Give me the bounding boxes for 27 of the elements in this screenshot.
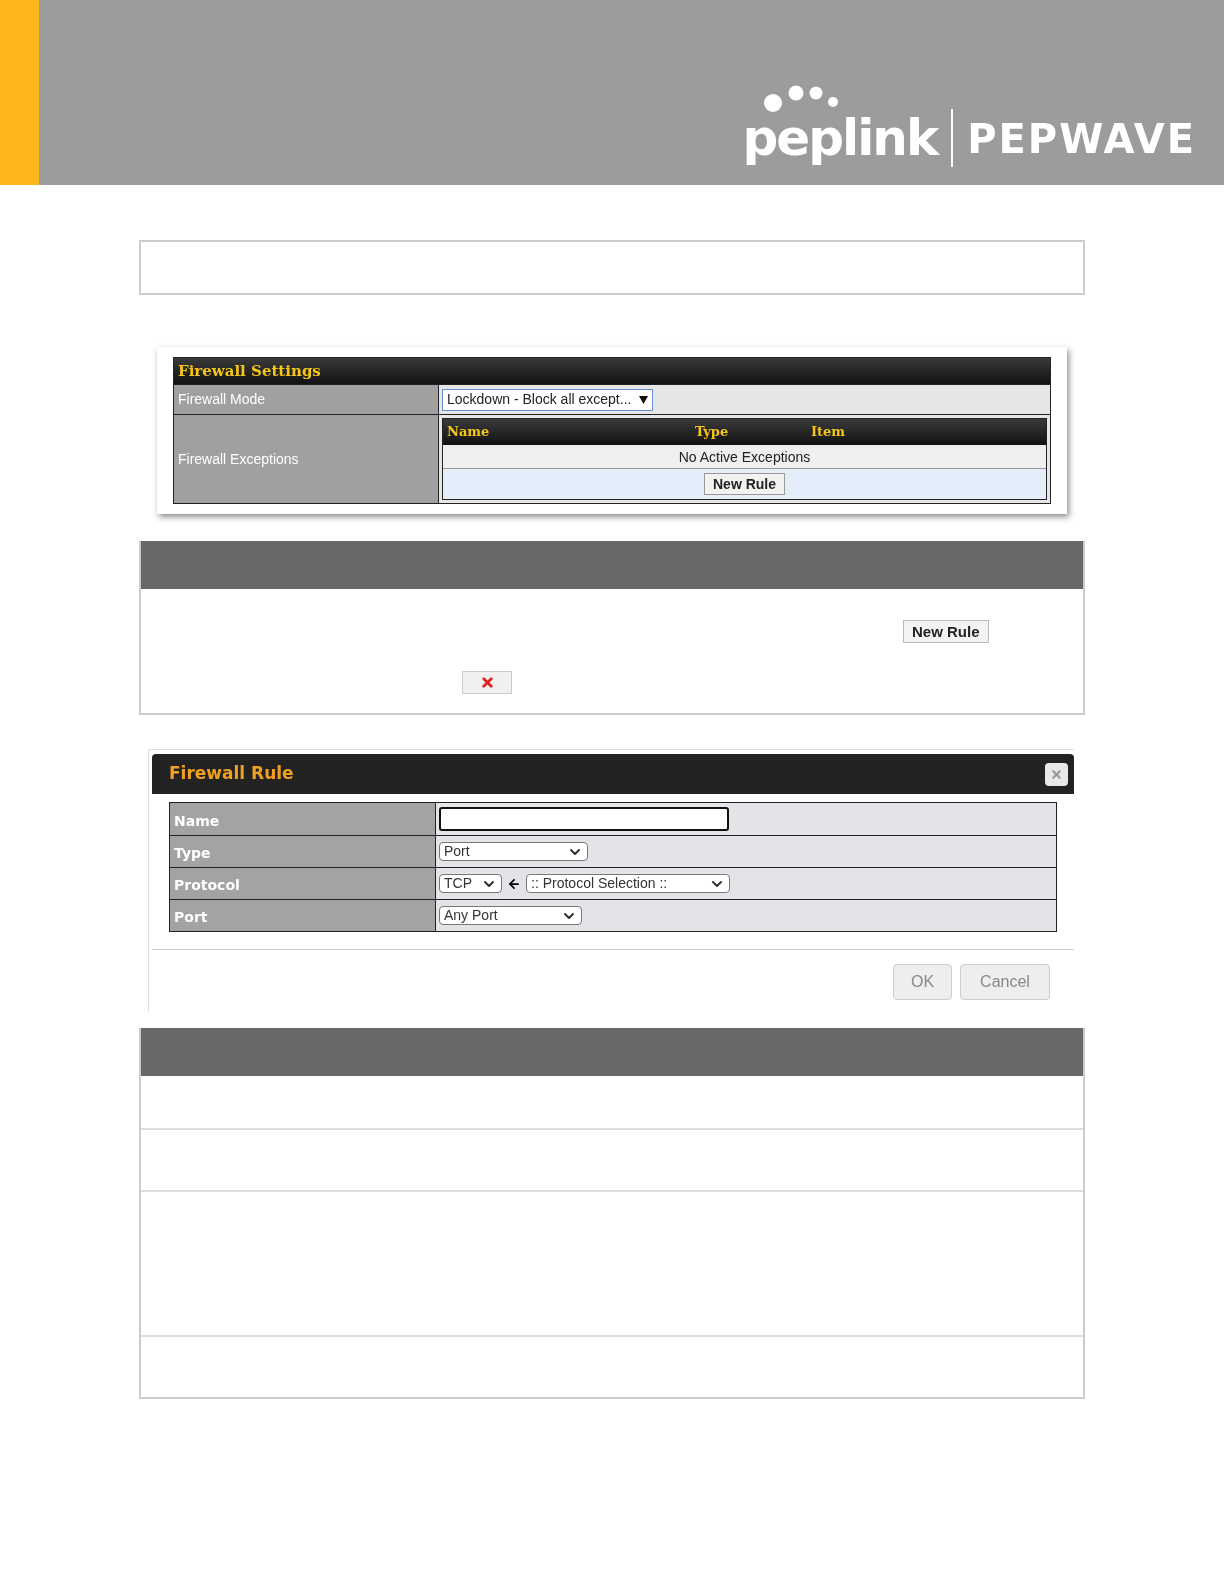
- empty-message: No Active Exceptions: [443, 445, 1046, 469]
- dropdown[interactable]: Any Port: [439, 906, 582, 925]
- mode-dropdown[interactable]: Lockdown - Block all except...: [442, 388, 654, 411]
- dropdown[interactable]: TCP: [439, 874, 502, 893]
- field-label: Name: [170, 803, 435, 835]
- new-rule-button[interactable]: New Rule: [704, 473, 785, 495]
- close-icon: [1050, 767, 1063, 781]
- column-header: Item: [810, 423, 847, 442]
- dropdown[interactable]: :: Protocol Selection ::: [526, 874, 730, 893]
- field-label: Type: [170, 836, 435, 867]
- field-label: Port: [170, 900, 435, 931]
- name-input[interactable]: [439, 807, 729, 831]
- dropdown-arrow-icon: [639, 395, 649, 404]
- field-label: Protocol: [170, 868, 435, 899]
- close-button[interactable]: [1045, 762, 1068, 786]
- panel-title: Firewall Settings: [174, 358, 1050, 384]
- column-header: Name: [446, 423, 491, 442]
- dialog-title: Firewall Rule: [169, 762, 294, 786]
- delete-button[interactable]: [462, 671, 512, 694]
- logo-text: PEPWAVE: [967, 119, 1196, 159]
- row-label: Firewall Exceptions: [174, 415, 438, 503]
- new-rule-button[interactable]: New Rule: [903, 620, 989, 643]
- dropdown[interactable]: Port: [439, 842, 588, 861]
- delete-icon: [479, 675, 495, 690]
- row-label: Firewall Mode: [174, 385, 438, 414]
- logo-text: peplink: [742, 109, 938, 167]
- column-header: Type: [694, 423, 730, 442]
